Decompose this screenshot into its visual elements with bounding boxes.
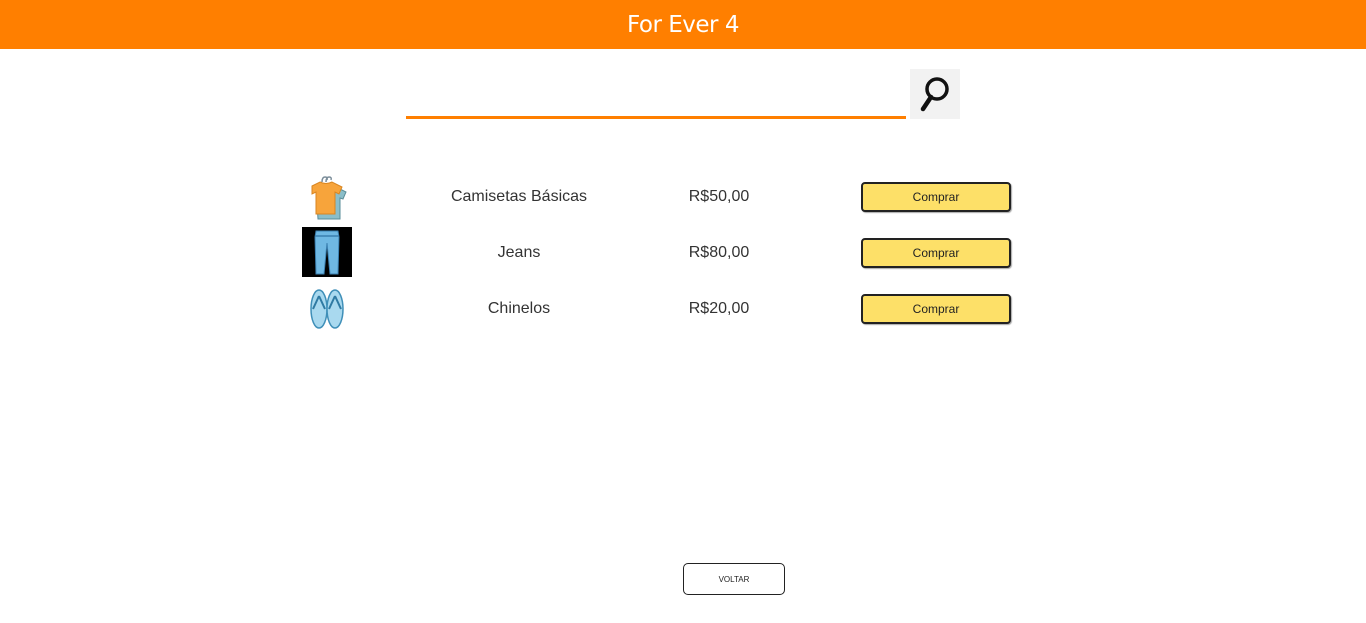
product-name: Camisetas Básicas	[450, 188, 588, 205]
product-row: Jeans R$80,00 Comprar	[0, 227, 1366, 280]
buy-button[interactable]: Comprar	[861, 238, 1011, 268]
search-button[interactable]	[910, 69, 960, 119]
product-name: Jeans	[497, 244, 541, 261]
tshirt-icon	[311, 176, 347, 220]
back-button[interactable]: VOLTAR	[683, 563, 785, 595]
product-name: Chinelos	[487, 300, 551, 317]
magnifier-icon	[920, 77, 949, 112]
product-row: Chinelos R$20,00 Comprar	[0, 284, 1366, 336]
header-bar: For Ever 4	[0, 0, 1366, 49]
jeans-icon	[302, 227, 352, 277]
buy-button[interactable]: Comprar	[861, 294, 1011, 324]
buy-button[interactable]: Comprar	[861, 182, 1011, 212]
page-title: For Ever 4	[627, 11, 739, 38]
search-input[interactable]	[406, 74, 906, 119]
product-price: R$80,00	[688, 244, 750, 261]
flip-flops-icon	[310, 289, 344, 329]
product-price: R$50,00	[688, 188, 750, 205]
product-price: R$20,00	[688, 300, 750, 317]
product-row: Camisetas Básicas R$50,00 Comprar	[0, 172, 1366, 224]
